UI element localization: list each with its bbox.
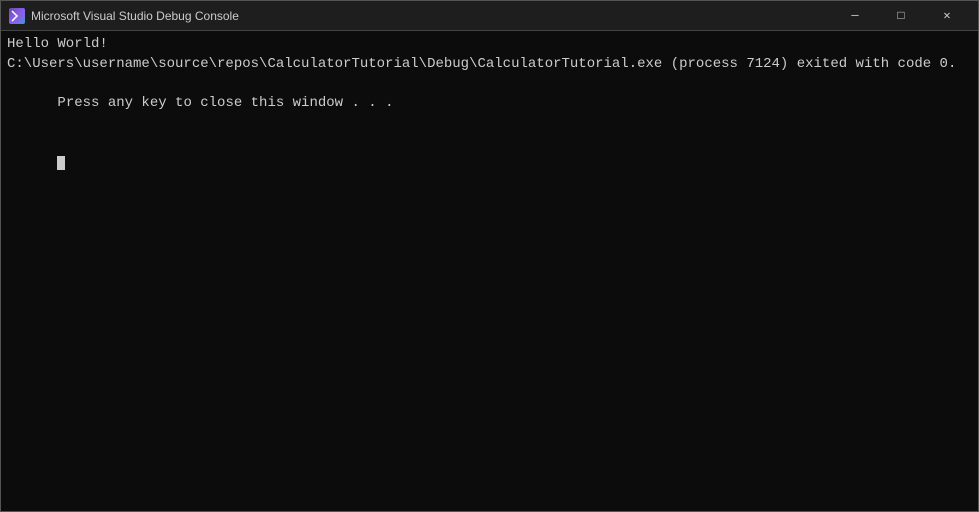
maximize-button[interactable]: □	[878, 1, 924, 31]
window-title: Microsoft Visual Studio Debug Console	[31, 9, 832, 23]
close-button[interactable]: ✕	[924, 1, 970, 31]
console-output: Hello World! C:\Users\username\source\re…	[1, 31, 978, 511]
console-cursor-line	[7, 133, 972, 192]
minimize-button[interactable]: ─	[832, 1, 878, 31]
app-window: Microsoft Visual Studio Debug Console ─ …	[0, 0, 979, 512]
console-line-1: Hello World!	[7, 35, 972, 55]
titlebar: Microsoft Visual Studio Debug Console ─ …	[1, 1, 978, 31]
app-icon	[9, 8, 25, 24]
console-line-3: C:\Users\username\source\repos\Calculato…	[7, 55, 972, 75]
window-controls: ─ □ ✕	[832, 1, 970, 31]
console-line-4: Press any key to close this window . . .	[7, 74, 972, 133]
cursor-blink	[57, 156, 65, 170]
